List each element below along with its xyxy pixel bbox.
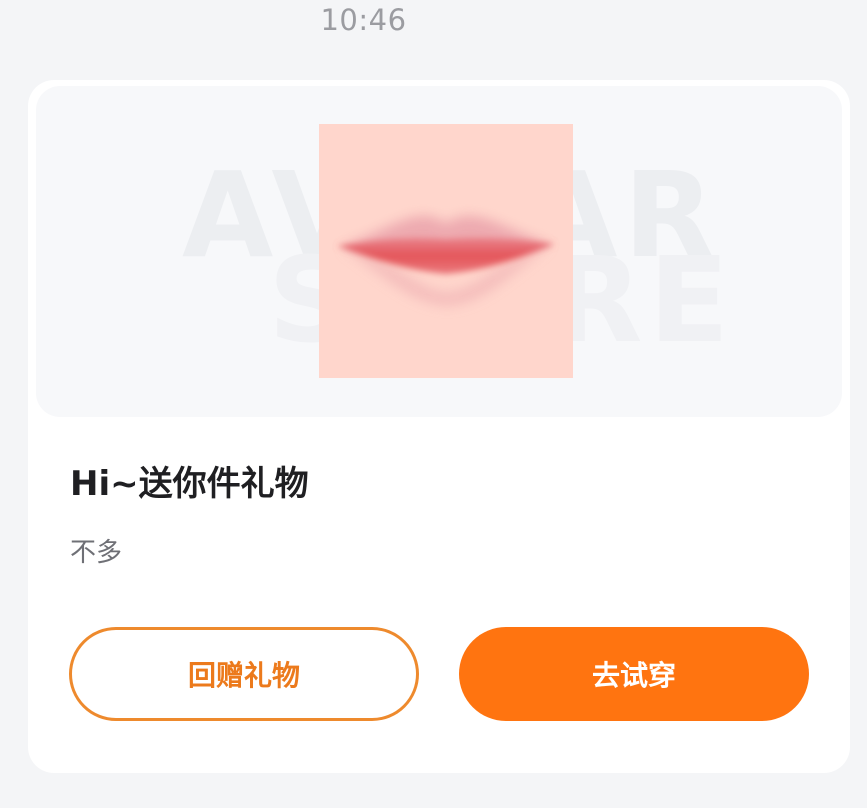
message-timestamp: 10:46 <box>320 3 407 37</box>
try-on-button[interactable]: 去试穿 <box>459 627 809 721</box>
return-gift-button[interactable]: 回赠礼物 <box>69 627 419 721</box>
lips-icon <box>337 216 555 306</box>
gift-item-image[interactable] <box>319 124 573 378</box>
gift-preview-area: AVATAR STORE <box>36 86 842 417</box>
gift-subtitle: 不多 <box>70 538 123 568</box>
gift-message-card: AVATAR STORE <box>28 80 850 773</box>
gift-title: Hi~送你件礼物 <box>70 464 309 504</box>
